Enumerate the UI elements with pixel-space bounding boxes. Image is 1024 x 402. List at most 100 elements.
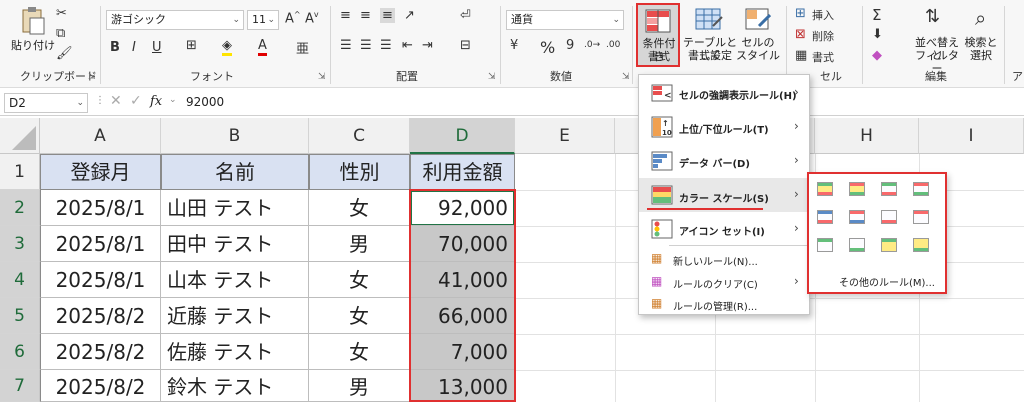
clipboard-launcher-icon[interactable]: ⇲ [88,72,96,82]
format-painter-icon[interactable]: 🖌 [56,46,73,61]
fill-color-icon[interactable]: ◈ [222,38,232,56]
more-options-icon[interactable]: ⋮ [95,95,105,106]
table-cell[interactable]: 66,000 [410,298,515,334]
comma-style-button[interactable]: 9 [566,38,574,53]
name-box[interactable]: D2 ⌄ [4,93,88,113]
sort-filter-icon[interactable]: ⇅ [925,6,940,27]
table-cell[interactable]: 女 [309,334,410,370]
menu-item-highlight-rules[interactable]: < セルの強調表示ルール(H) › [639,78,809,108]
color-scale-option[interactable] [849,182,865,196]
decrease-indent-icon[interactable]: ⇤ [402,38,413,53]
wrap-text-icon[interactable]: ⏎ [460,8,471,23]
table-format-label-2[interactable]: 書式設定 [680,49,740,62]
table-cell[interactable]: 2025/8/1 [40,190,161,226]
font-color-icon[interactable]: A [258,38,267,56]
alignment-launcher-icon[interactable]: ⇲ [488,72,496,82]
align-center-icon[interactable]: ☰ [360,38,372,53]
table-cell[interactable]: 7,000 [410,334,515,370]
conditional-format-button[interactable]: 条件付き 書式 [636,3,680,67]
font-name-select[interactable]: 游ゴシック ⌄ [106,10,244,30]
paste-button[interactable]: 貼り付け [6,39,60,52]
find-select-icon[interactable]: ⌕ [975,6,986,30]
table-cell[interactable]: 女 [309,298,410,334]
insert-function-button[interactable]: fx [150,94,162,109]
table-cell-active[interactable]: 92,000 [410,190,515,226]
clear-icon[interactable]: ◆ [872,48,882,63]
table-cell[interactable]: 2025/8/2 [40,334,161,370]
color-scale-option[interactable] [817,238,833,252]
color-scale-option[interactable] [913,182,929,196]
insert-cells-button[interactable]: 挿入 [812,7,834,23]
table-cell[interactable]: 2025/8/1 [40,262,161,298]
grow-font-icon[interactable]: A^ [285,10,301,26]
menu-item-manage-rules[interactable]: ▦ ルールの管理(R)... [639,293,809,315]
insert-cells-icon[interactable]: ⊞ [795,6,806,21]
color-scale-option[interactable] [849,238,865,252]
row-header-7[interactable]: 7 [0,370,40,402]
cell-style-label-2[interactable]: スタイル [736,49,780,62]
menu-item-new-rule[interactable]: ▦ 新しいルール(N)... [639,248,809,270]
table-header-amount[interactable]: 利用金額 [410,154,515,190]
align-left-icon[interactable]: ☰ [340,38,352,53]
align-bottom-icon[interactable]: ≡ [380,8,395,23]
color-scale-option[interactable] [881,210,897,224]
underline-button[interactable]: U [152,40,162,55]
row-header-4[interactable]: 4 [0,262,40,298]
cut-icon[interactable]: ✂ [56,6,67,21]
color-scale-option[interactable] [817,182,833,196]
percent-button[interactable]: % [540,38,555,57]
column-header-i[interactable]: I [919,118,1024,154]
phonetic-icon[interactable]: 亜 [296,38,309,57]
menu-item-icon-sets[interactable]: アイコン セット(I) › [639,214,809,244]
cell-style-label-1[interactable]: セルの [736,36,780,49]
table-header-month[interactable]: 登録月 [40,154,161,190]
table-cell[interactable]: 男 [309,370,410,402]
column-header-e[interactable]: E [515,118,615,154]
font-size-select[interactable]: 11 ⌄ [247,10,279,30]
menu-item-clear-rules[interactable]: ▦ ルールのクリア(C) › [639,271,809,293]
delete-cells-button[interactable]: 削除 [812,28,834,44]
bold-button[interactable]: B [110,40,120,55]
enter-icon[interactable]: ✓ [130,93,142,109]
currency-icon[interactable]: ¥ [510,38,518,53]
table-cell[interactable]: 山田 テスト [161,190,309,226]
border-icon[interactable]: ⊞ [186,38,197,53]
table-cell[interactable]: 13,000 [410,370,515,402]
paste-icon[interactable] [20,6,46,36]
color-scale-option[interactable] [913,210,929,224]
table-cell[interactable]: 山本 テスト [161,262,309,298]
table-header-gender[interactable]: 性別 [309,154,410,190]
row-header-2[interactable]: 2 [0,190,40,226]
menu-item-top-bottom-rules[interactable]: ↑ 10 上位/下位ルール(T) › [639,111,809,143]
delete-cells-icon[interactable]: ⊠ [795,27,806,42]
find-select-label-1[interactable]: 検索と [963,36,999,49]
table-cell[interactable]: 女 [309,190,410,226]
table-header-name[interactable]: 名前 [161,154,309,190]
color-scale-option[interactable] [817,210,833,224]
italic-button[interactable]: I [132,40,136,55]
row-header-5[interactable]: 5 [0,298,40,334]
increase-decimal-icon[interactable]: .0→ [584,40,600,50]
number-format-select[interactable]: 通貨 ⌄ [506,10,624,30]
table-cell[interactable]: 近藤 テスト [161,298,309,334]
row-header-6[interactable]: 6 [0,334,40,370]
number-launcher-icon[interactable]: ⇲ [622,72,630,82]
color-scale-option[interactable] [849,210,865,224]
cell-style-icon[interactable] [745,8,771,32]
align-right-icon[interactable]: ☰ [380,38,392,53]
color-scale-option[interactable] [913,238,929,252]
table-cell[interactable]: 男 [309,226,410,262]
table-cell[interactable]: 41,000 [410,262,515,298]
table-cell[interactable]: 70,000 [410,226,515,262]
table-cell[interactable]: 佐藤 テスト [161,334,309,370]
table-cell[interactable]: 2025/8/2 [40,370,161,402]
increase-indent-icon[interactable]: ⇥ [422,38,433,53]
column-header-h[interactable]: H [815,118,919,154]
menu-item-color-scales[interactable]: カラー スケール(S) › [639,178,809,212]
table-cell[interactable]: 田中 テスト [161,226,309,262]
autosum-icon[interactable]: Σ [872,6,881,24]
orientation-icon[interactable]: ↗ [404,8,415,23]
find-select-label-2[interactable]: 選択 [963,49,999,62]
align-top-icon[interactable]: ≡ [340,8,351,23]
table-cell[interactable]: 2025/8/2 [40,298,161,334]
